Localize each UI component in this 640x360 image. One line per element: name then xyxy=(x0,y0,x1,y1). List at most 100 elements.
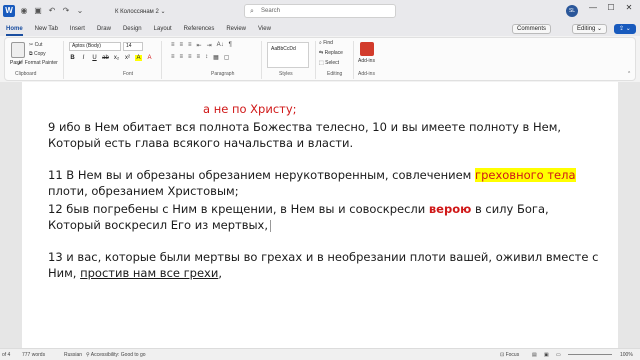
save-icon[interactable]: ▣ xyxy=(33,6,43,16)
find-label: Find xyxy=(323,40,333,46)
divider xyxy=(315,41,316,79)
find-button[interactable]: ⌕ Find xyxy=(319,40,333,46)
numbering-button[interactable]: ≡ xyxy=(180,42,184,49)
bold-red-text: верою xyxy=(428,202,472,216)
font-color-button[interactable]: A xyxy=(146,55,153,61)
page-count[interactable]: of 4 xyxy=(2,352,10,358)
addins-icon[interactable] xyxy=(360,42,374,56)
document-title[interactable]: К Колоссянам 2 ⌄ xyxy=(115,8,166,15)
replace-label: Replace xyxy=(324,50,343,56)
zoom-slider[interactable] xyxy=(568,354,612,355)
font-format-row: B I U ab x₂ x² A A xyxy=(69,55,153,61)
web-layout-icon[interactable]: ▭ xyxy=(556,352,561,358)
styles-group-label: Styles xyxy=(279,71,293,77)
redo-icon[interactable]: ↷ xyxy=(61,6,71,16)
replace-button[interactable]: ⇆ Replace xyxy=(319,50,343,56)
doc-line-2: Который есть глава всякого начальства и … xyxy=(48,136,354,150)
tab-insert[interactable]: Insert xyxy=(64,22,91,36)
sort-button[interactable]: A↓ xyxy=(217,42,224,49)
highlight-button[interactable]: A xyxy=(135,55,142,61)
doc-line-3: 11 В Нем вы и обрезаны обрезанием неруко… xyxy=(48,168,576,182)
multilevel-list-button[interactable]: ≡ xyxy=(188,42,192,49)
avatar[interactable]: SL xyxy=(566,5,578,17)
comments-button[interactable]: Comments xyxy=(512,24,552,34)
focus-button[interactable]: ⊡ Focus xyxy=(500,352,519,358)
status-bar: of 4 777 words Russian ⚲ Accessibility: … xyxy=(0,348,640,360)
maximize-button[interactable]: ☐ xyxy=(604,3,618,12)
ribbon-home: Paste ✂ Cut ⧉ Copy 🖌 Format Painter Clip… xyxy=(4,37,636,81)
styles-gallery[interactable]: AaBbCcDd xyxy=(267,42,309,68)
search-placeholder: Search xyxy=(261,8,281,14)
ribbon-tabs: Home New Tab Insert Draw Design Layout R… xyxy=(0,22,640,36)
justify-button[interactable]: ≡ xyxy=(197,54,201,61)
doc-line-3-text: 11 В Нем вы и обрезаны обрезанием неруко… xyxy=(48,168,476,182)
editing-group-label: Editing xyxy=(327,71,343,77)
customize-toolbar-icon[interactable]: ⌄ xyxy=(75,6,85,16)
accessibility-status[interactable]: ⚲ Accessibility: Good to go xyxy=(86,352,146,358)
bullets-button[interactable]: ≡ xyxy=(171,42,175,49)
zoom-level[interactable]: 100% xyxy=(620,352,633,358)
undo-icon[interactable]: ↶ xyxy=(47,6,57,16)
paste-icon[interactable] xyxy=(11,42,25,58)
tab-home[interactable]: Home xyxy=(0,22,29,36)
word-app-icon: W xyxy=(3,5,15,17)
tab-new-tab[interactable]: New Tab xyxy=(29,22,64,36)
language-indicator[interactable]: Russian xyxy=(64,352,82,358)
font-size-select[interactable]: 14 xyxy=(123,42,143,51)
subscript-button[interactable]: x₂ xyxy=(113,55,120,61)
underlined-text: простив нам все грехи xyxy=(80,266,219,280)
increase-indent-button[interactable]: ⇥ xyxy=(207,42,212,49)
align-left-button[interactable]: ≡ xyxy=(171,54,175,61)
show-formatting-button[interactable]: ¶ xyxy=(229,42,232,49)
share-button[interactable]: ⇪ ⌄ xyxy=(614,24,636,34)
accessibility-label: Accessibility: Good to go xyxy=(90,352,146,358)
borders-button[interactable]: ▢ xyxy=(224,54,230,61)
tab-references[interactable]: References xyxy=(178,22,221,36)
doc-line-4: плоти, обрезанием Христовым; xyxy=(48,184,239,198)
addins-group-label: Add-ins xyxy=(358,71,375,77)
align-center-button[interactable]: ≡ xyxy=(180,54,184,61)
paragraph-group-label: Paragraph xyxy=(211,71,235,77)
align-right-button[interactable]: ≡ xyxy=(188,54,192,61)
tab-layout[interactable]: Layout xyxy=(148,22,178,36)
minimize-button[interactable]: — xyxy=(586,3,600,12)
bold-button[interactable]: B xyxy=(69,55,76,61)
search-input[interactable]: ⌕ Search xyxy=(244,4,396,18)
paragraph-row-2: ≡ ≡ ≡ ≡ ↕ ▦ ▢ xyxy=(171,54,229,61)
shading-button[interactable]: ▦ xyxy=(213,54,219,61)
tab-view[interactable]: View xyxy=(252,22,277,36)
editing-mode-button[interactable]: Editing ⌄ xyxy=(572,24,608,34)
underline-button[interactable]: U xyxy=(91,55,98,61)
text-cursor xyxy=(270,219,272,232)
collapse-ribbon-icon[interactable]: ⌃ xyxy=(627,71,631,77)
title-bar: W ◉ ▣ ↶ ↷ ⌄ К Колоссянам 2 ⌄ ⌕ Search SL… xyxy=(0,0,640,22)
doc-line-5-text-c: в силу Бога, xyxy=(471,202,549,216)
tab-draw[interactable]: Draw xyxy=(91,22,117,36)
tab-review[interactable]: Review xyxy=(220,22,252,36)
decrease-indent-button[interactable]: ⇤ xyxy=(197,42,202,49)
read-mode-icon[interactable]: ▤ xyxy=(532,352,537,358)
addins-button-label[interactable]: Add-ins xyxy=(358,58,375,64)
strikethrough-button[interactable]: ab xyxy=(102,55,109,61)
word-count[interactable]: 777 words xyxy=(22,352,45,358)
doc-line-0: а не по Христу; xyxy=(203,102,297,116)
cut-label: Cut xyxy=(34,42,43,48)
format-painter-icon: 🖌 xyxy=(17,60,25,66)
tab-design[interactable]: Design xyxy=(117,22,148,36)
font-group-label: Font xyxy=(123,71,134,77)
divider xyxy=(161,41,162,79)
copy-button[interactable]: ⧉ Copy xyxy=(29,51,46,57)
font-name-select[interactable]: Aptos (Body) xyxy=(69,42,121,51)
format-painter-button[interactable]: 🖌 Format Painter xyxy=(17,60,58,66)
divider xyxy=(353,41,354,79)
line-spacing-button[interactable]: ↕ xyxy=(205,54,208,61)
cut-button[interactable]: ✂ Cut xyxy=(29,42,42,48)
italic-button[interactable]: I xyxy=(80,55,87,61)
autosave-icon[interactable]: ◉ xyxy=(19,6,29,16)
select-button[interactable]: ⬚ Select xyxy=(319,60,339,66)
close-button[interactable]: ✕ xyxy=(622,3,636,12)
copy-label: Copy xyxy=(33,51,46,57)
superscript-button[interactable]: x² xyxy=(124,55,131,61)
document-page[interactable]: а не по Христу; 9 ибо в Нем обитает вся … xyxy=(22,82,618,348)
print-layout-icon[interactable]: ▣ xyxy=(544,352,549,358)
